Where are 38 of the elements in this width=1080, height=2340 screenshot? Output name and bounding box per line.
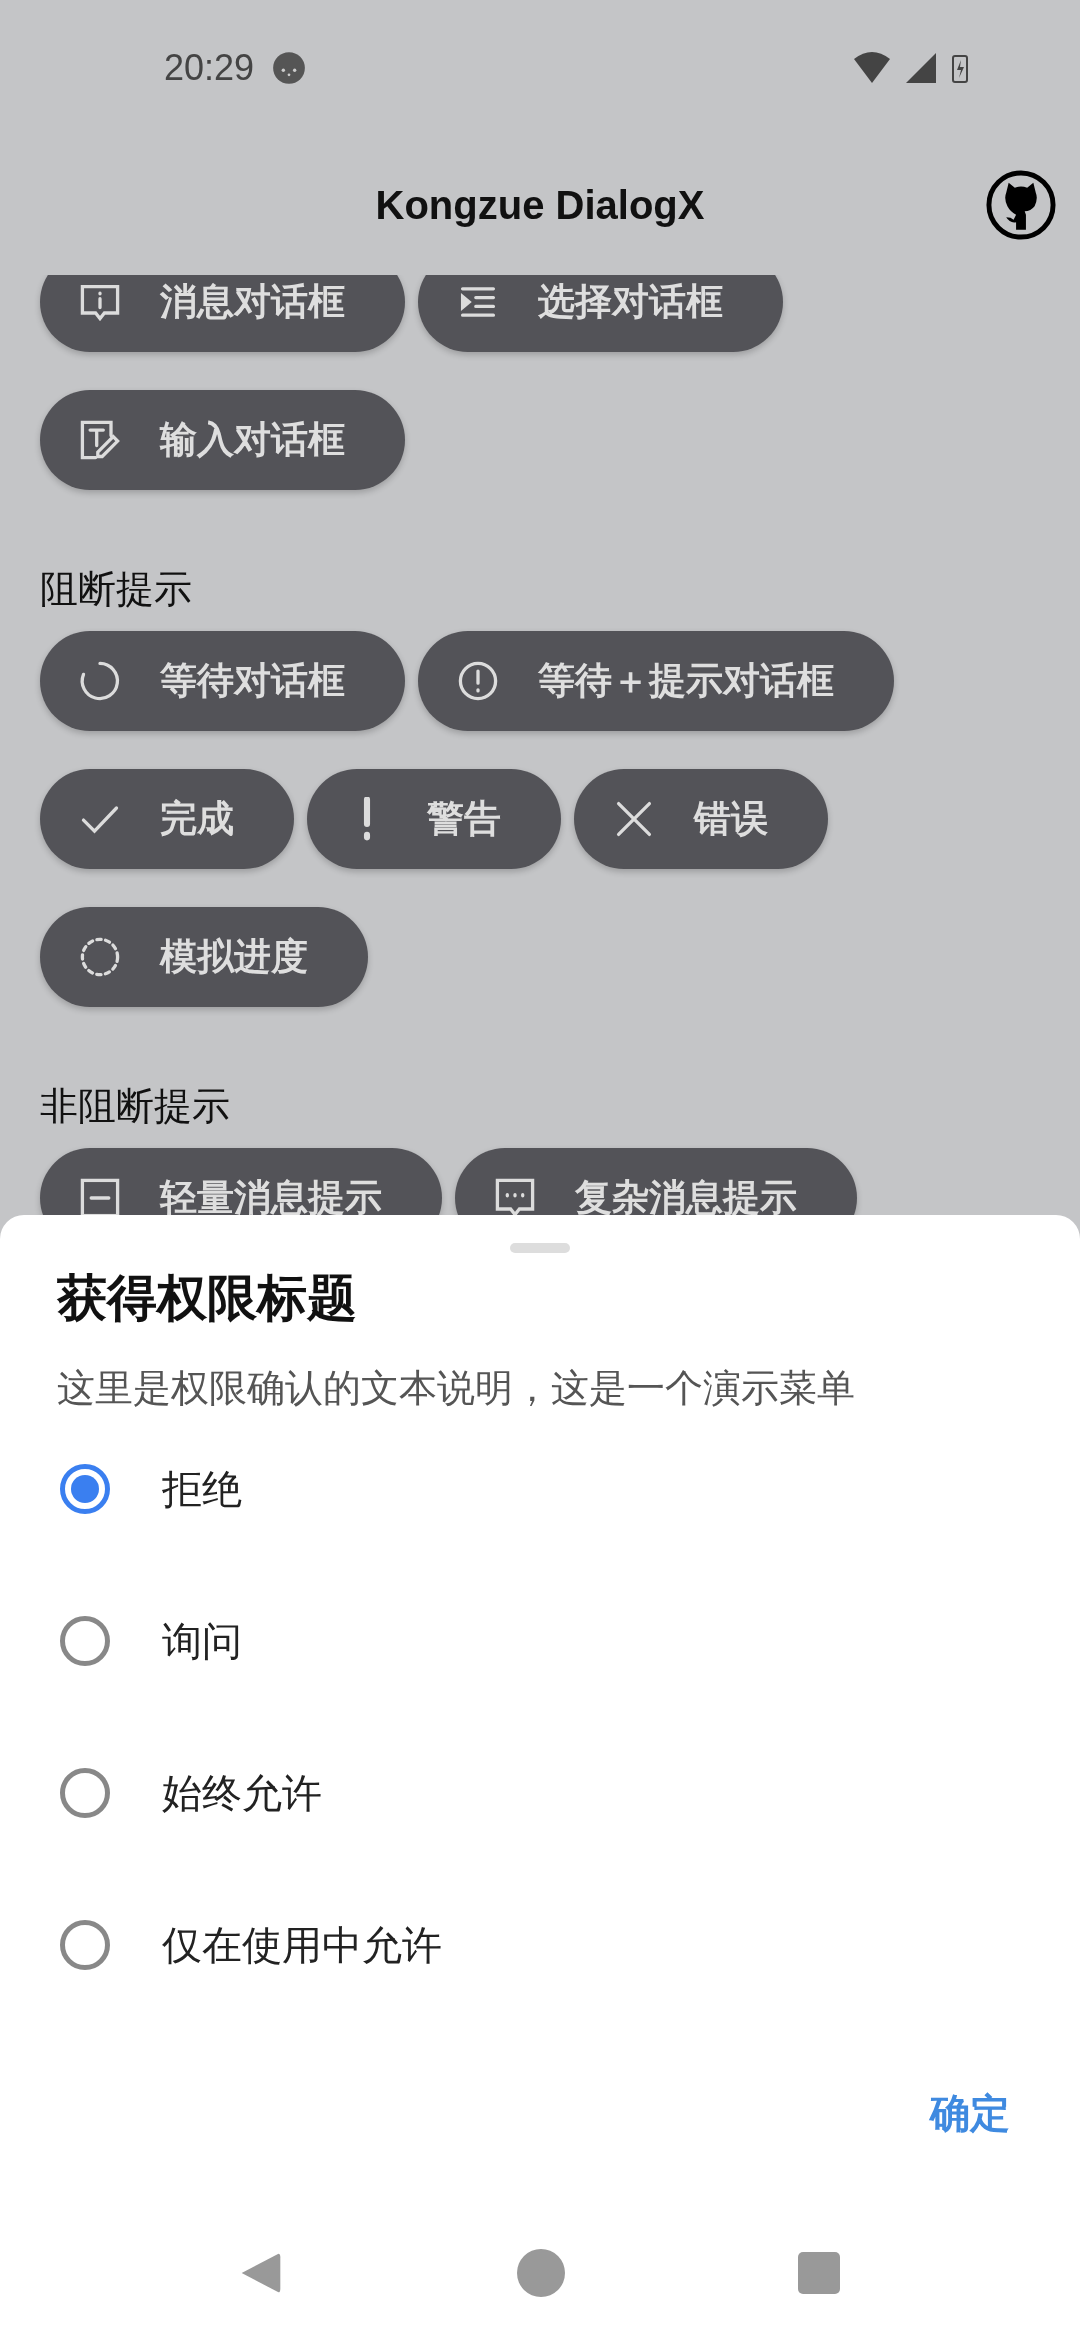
option-label: 拒绝: [162, 1465, 242, 1513]
radio-button[interactable]: [60, 1616, 110, 1666]
radio-button[interactable]: [60, 1768, 110, 1818]
demo-button[interactable]: 选择对话框: [418, 275, 783, 352]
demo-button[interactable]: 错误: [574, 769, 828, 869]
dotted-icon: [78, 935, 122, 979]
section-heading: 阻断提示: [40, 567, 193, 612]
option-row[interactable]: 询问: [0, 1565, 1080, 1717]
option-label: 始终允许: [162, 1769, 322, 1817]
demo-button[interactable]: 等待对话框: [40, 631, 405, 731]
demo-button[interactable]: 等待＋提示对话框: [418, 631, 894, 731]
spinner-icon: [78, 659, 122, 703]
option-row[interactable]: 始终允许: [0, 1717, 1080, 1869]
sheet-title: 获得权限标题: [56, 1269, 358, 1328]
option-row[interactable]: 仅在使用中允许: [0, 1869, 1080, 2021]
radio-button[interactable]: [60, 1920, 110, 1970]
edit-icon: [78, 418, 122, 462]
demo-button[interactable]: 完成: [40, 769, 294, 869]
wifi-icon: [852, 50, 892, 85]
app-title: Kongzue DialogX: [375, 182, 705, 228]
option-label: 仅在使用中允许: [162, 1921, 442, 1969]
demo-button[interactable]: 警告: [307, 769, 561, 869]
option-label: 询问: [162, 1617, 242, 1665]
github-icon[interactable]: [984, 168, 1058, 242]
option-row[interactable]: 拒绝: [0, 1413, 1080, 1565]
sheet-description: 这里是权限确认的文本说明，这是一个演示菜单: [56, 1366, 856, 1411]
battery-icon: [952, 52, 968, 83]
radio-button[interactable]: [60, 1464, 110, 1514]
clock-time: 20:29: [164, 46, 255, 89]
section-heading: 非阻断提示: [40, 1084, 231, 1129]
alert-icon: [456, 659, 500, 703]
demo-button[interactable]: 输入对话框: [40, 390, 405, 490]
drag-handle[interactable]: [510, 1243, 570, 1253]
demo-button[interactable]: 消息对话框: [40, 275, 405, 352]
confirm-button[interactable]: 确定: [900, 2065, 1040, 2161]
home-icon[interactable]: [516, 2247, 566, 2298]
demo-button[interactable]: 模拟进度: [40, 907, 368, 1007]
recents-icon[interactable]: [798, 2251, 840, 2294]
